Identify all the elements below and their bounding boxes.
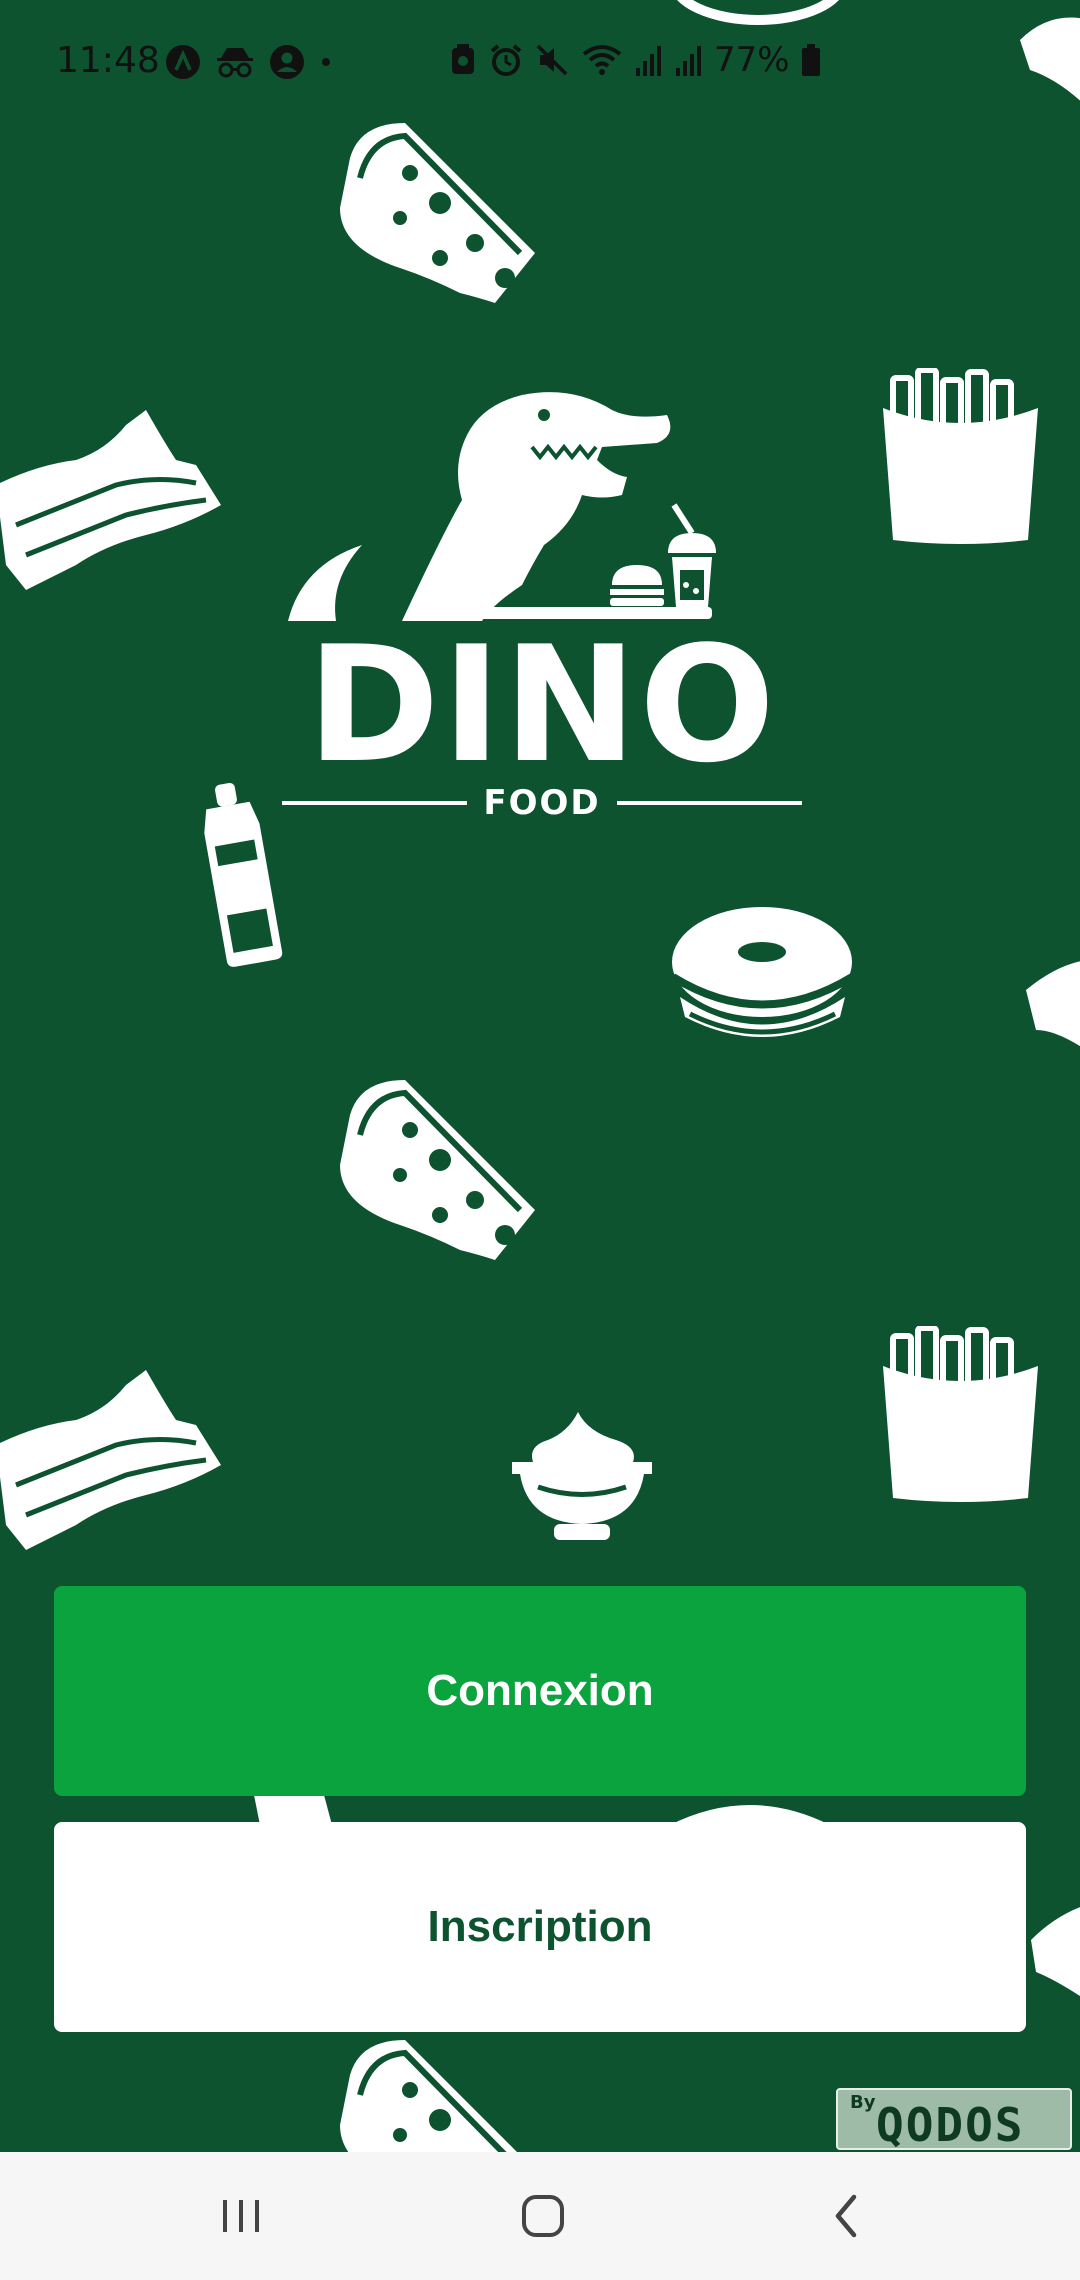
dinosaur-logo-icon	[288, 392, 716, 621]
logo-wordmark: DINO	[306, 611, 778, 798]
bacon-icon	[0, 410, 221, 590]
cheese-icon	[340, 123, 535, 303]
bacon-icon	[1031, 1907, 1080, 1997]
badge-by-label: By	[850, 2092, 876, 2113]
logo-subtitle: FOOD	[483, 783, 601, 823]
back-icon	[835, 2194, 857, 2238]
badge-brand-name: QODOS	[876, 2098, 1025, 2150]
logo-divider-right	[616, 801, 803, 805]
bagel-sandwich-icon	[670, 907, 855, 1037]
signup-button[interactable]: Inscription	[54, 1822, 1026, 2032]
bottle-partial-icon	[254, 1795, 332, 1825]
system-navigation-bar	[0, 2152, 1080, 2280]
fries-icon	[883, 368, 1038, 544]
bacon-icon	[0, 1370, 221, 1550]
cheese-icon	[340, 1080, 535, 1260]
bacon-icon	[1020, 17, 1080, 101]
bacon-icon	[1026, 961, 1080, 1047]
logo-divider-left	[282, 801, 468, 805]
logo-subtitle-row: FOOD	[282, 783, 803, 823]
recent-apps-icon	[223, 2200, 259, 2232]
cheese-icon	[340, 2040, 517, 2152]
recent-apps-button[interactable]	[211, 2186, 271, 2246]
dip-bowl-icon	[512, 1412, 652, 1540]
bagel-partial-icon	[670, 1805, 830, 1825]
fries-icon	[883, 1326, 1038, 1502]
dino-food-logo: DINO FOOD	[282, 385, 803, 835]
qodos-badge[interactable]: By QODOS	[836, 2088, 1072, 2150]
home-icon	[522, 2195, 564, 2237]
home-button[interactable]	[513, 2186, 573, 2246]
bagel-icon	[677, 0, 839, 25]
back-button[interactable]	[816, 2186, 876, 2246]
login-button[interactable]: Connexion	[54, 1586, 1026, 1796]
